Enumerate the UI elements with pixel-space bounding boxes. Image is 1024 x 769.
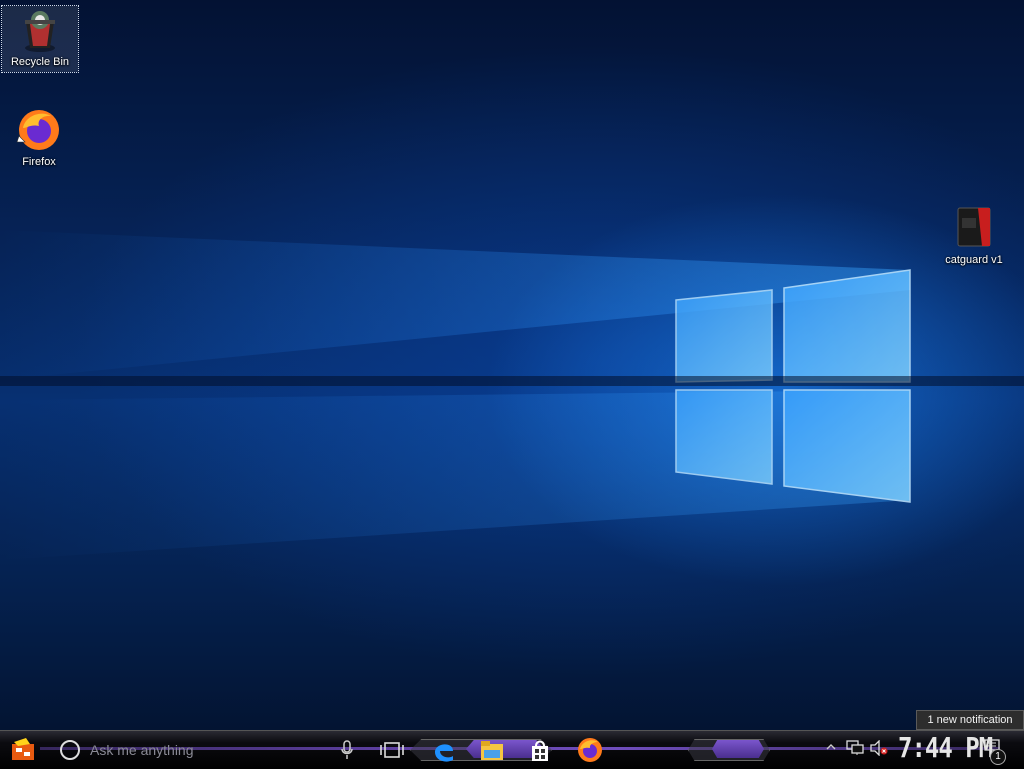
notification-tooltip: 1 new notification <box>916 710 1024 730</box>
task-view-icon[interactable] <box>378 736 406 764</box>
recycle-bin-icon <box>25 11 55 52</box>
desktop-icon-label: Recycle Bin <box>10 56 70 68</box>
desktop-icon-label: catguard v1 <box>945 254 1003 266</box>
cortana-circle-icon <box>60 740 80 760</box>
firefox-icon <box>16 110 59 150</box>
chevron-up-icon[interactable] <box>826 742 836 752</box>
edge-icon[interactable] <box>430 736 458 764</box>
windows-logo-light <box>0 230 1024 560</box>
network-icon[interactable] <box>846 740 864 756</box>
start-icon[interactable] <box>8 736 38 764</box>
catguard-icon <box>957 207 991 247</box>
firefox-icon[interactable] <box>576 736 604 764</box>
desktop-icon-label: Firefox <box>22 156 56 168</box>
notification-count-badge: 1 <box>990 749 1006 765</box>
store-icon[interactable] <box>526 736 554 764</box>
search-placeholder: Ask me anything <box>90 742 194 758</box>
folder-icon[interactable] <box>478 736 506 764</box>
microphone-icon[interactable] <box>340 740 354 760</box>
desktop-icon-catguard[interactable]: catguard v1 <box>936 204 1012 266</box>
clock[interactable]: 7:44 PM <box>898 732 993 764</box>
desktop-icon-firefox[interactable]: Firefox <box>1 106 77 168</box>
taskbar: Ask me anything 7:44 PM <box>0 730 1024 769</box>
taskbar-accent-tab <box>712 740 764 758</box>
search-box[interactable]: Ask me anything <box>56 737 356 763</box>
desktop-wallpaper: Recycle Bin Firefox catguard v1 <box>0 0 1024 730</box>
volume-muted-icon[interactable] <box>870 740 888 756</box>
desktop-icon-recycle-bin[interactable]: Recycle Bin <box>1 5 79 73</box>
